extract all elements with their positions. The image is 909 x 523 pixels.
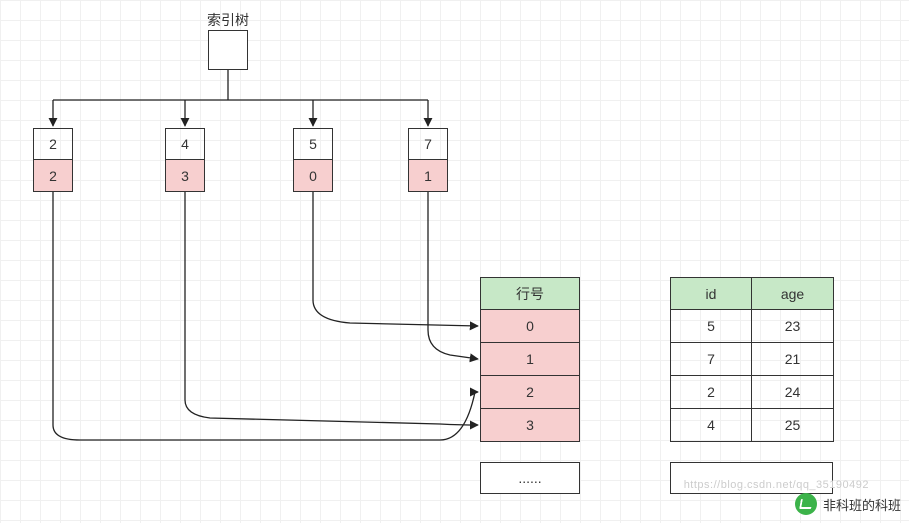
leaf-0: 2 2: [33, 128, 73, 192]
leaf-ptr: 1: [408, 160, 448, 192]
row-table-more: ......: [480, 462, 580, 494]
data-cell: 4: [670, 409, 752, 442]
data-header: age: [752, 277, 834, 310]
wechat-icon: [795, 493, 817, 515]
data-col-age: age 23 21 24 25: [752, 277, 834, 442]
leaf-key: 5: [293, 128, 333, 160]
tree-title: 索引树: [207, 10, 249, 30]
leaf-ptr: 0: [293, 160, 333, 192]
data-cell: 5: [670, 310, 752, 343]
leaf-ptr: 2: [33, 160, 73, 192]
data-cell: 23: [752, 310, 834, 343]
leaf-1: 4 3: [165, 128, 205, 192]
row-table: 行号 0 1 2 3: [480, 277, 580, 442]
leaf-key: 2: [33, 128, 73, 160]
row-table-cell: 0: [480, 310, 580, 343]
watermark-text: 非科班的科班: [823, 495, 901, 514]
row-table-cell: 3: [480, 409, 580, 442]
connectors: [0, 0, 909, 523]
faint-url: https://blog.csdn.net/qq_35190492: [684, 479, 869, 491]
leaf-key: 4: [165, 128, 205, 160]
data-cell: 7: [670, 343, 752, 376]
data-header: id: [670, 277, 752, 310]
row-table-cell: 1: [480, 343, 580, 376]
data-cell: 25: [752, 409, 834, 442]
row-table-header: 行号: [480, 277, 580, 310]
data-cell: 24: [752, 376, 834, 409]
leaf-3: 7 1: [408, 128, 448, 192]
data-cell: 21: [752, 343, 834, 376]
data-col-id: id 5 7 2 4: [670, 277, 752, 442]
data-cell: 2: [670, 376, 752, 409]
leaf-key: 7: [408, 128, 448, 160]
tree-root: [208, 30, 248, 70]
watermark: 非科班的科班: [795, 493, 901, 515]
leaf-2: 5 0: [293, 128, 333, 192]
row-table-cell: 2: [480, 376, 580, 409]
data-table: id 5 7 2 4 age 23 21 24 25: [670, 277, 834, 442]
leaf-ptr: 3: [165, 160, 205, 192]
